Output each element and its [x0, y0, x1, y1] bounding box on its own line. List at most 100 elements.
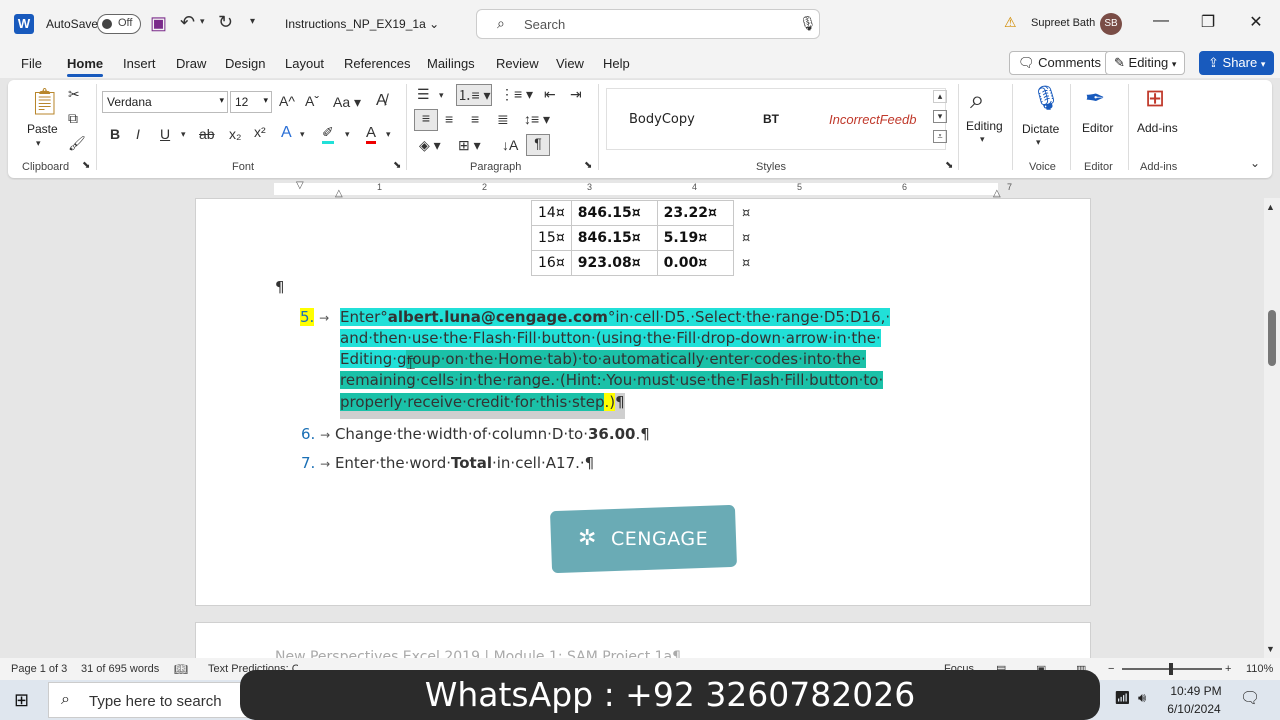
search-box[interactable]: ⌕ Search 🎙︎: [476, 9, 820, 39]
table-cell[interactable]: 15¤: [531, 225, 572, 251]
sort-icon[interactable]: ↓A: [502, 137, 518, 153]
bullets-dropdown-icon[interactable]: ▾: [439, 90, 444, 101]
share-button[interactable]: ⇪ Share ▾: [1199, 51, 1275, 75]
shrink-font-icon[interactable]: Aˇ: [305, 93, 319, 109]
scrollbar-thumb[interactable]: [1268, 310, 1276, 366]
decrease-indent-icon[interactable]: ⇤: [544, 86, 556, 103]
table-cell[interactable]: 14¤: [531, 200, 572, 226]
collapse-ribbon-icon[interactable]: ⌄: [1250, 156, 1260, 170]
list-item-5-line-2[interactable]: and·then·use·the·Flash·Fill·button·(usin…: [340, 329, 881, 347]
windows-start-icon[interactable]: ⊞: [14, 690, 29, 711]
add-ins-icon[interactable]: ⊞: [1145, 84, 1165, 113]
find-icon[interactable]: ⌕: [970, 84, 985, 116]
underline-dropdown-icon[interactable]: ▾: [181, 129, 186, 140]
styles-scroll-up-icon[interactable]: ▴: [933, 90, 947, 103]
microphone-icon[interactable]: 🎙︎: [1031, 84, 1061, 113]
superscript-button[interactable]: x²: [254, 124, 266, 140]
line-spacing-icon[interactable]: ↕≡ ▾: [524, 111, 550, 128]
clock-time[interactable]: 10:49 PM: [1166, 684, 1226, 698]
chevron-down-icon[interactable]: ▾: [980, 134, 985, 145]
avatar[interactable]: SB: [1100, 13, 1122, 35]
tab-review[interactable]: Review: [496, 56, 539, 71]
zoom-in-icon[interactable]: +: [1225, 663, 1231, 675]
paste-button-label[interactable]: Paste: [27, 122, 58, 136]
underline-button[interactable]: U: [160, 126, 170, 142]
editing-mode-button[interactable]: ✎ Editing ▾: [1105, 51, 1186, 75]
word-count[interactable]: 31 of 695 words: [81, 663, 159, 675]
tab-references[interactable]: References: [344, 56, 410, 71]
subscript-button[interactable]: x₂: [229, 126, 241, 142]
styles-more-icon[interactable]: ⩡: [933, 130, 947, 143]
editing-group-button[interactable]: Editing: [966, 119, 1003, 133]
borders-icon[interactable]: ⊞ ▾: [458, 137, 481, 154]
list-item-5-line-3[interactable]: Editing·group·on·the·Home·tab)·to·automa…: [340, 350, 866, 368]
add-ins-button[interactable]: Add-ins: [1137, 121, 1178, 135]
editor-button[interactable]: Editor: [1082, 121, 1113, 135]
warning-icon[interactable]: ⚠: [1004, 14, 1017, 31]
strikethrough-button[interactable]: ab: [199, 126, 215, 142]
dialog-launcher-icon[interactable]: ⬊: [584, 160, 592, 171]
style-bt[interactable]: BT: [763, 112, 779, 126]
shading-icon[interactable]: ◈ ▾: [419, 137, 441, 154]
style-incorrect-feedback[interactable]: IncorrectFeedb: [829, 112, 927, 127]
format-painter-icon[interactable]: 🖌︎: [68, 135, 86, 152]
list-item-6[interactable]: 6. → Change·the·width·of·column·D·to·36.…: [301, 425, 650, 443]
volume-icon[interactable]: 🔊︎: [1138, 690, 1146, 706]
table-cell[interactable]: 846.15¤: [570, 200, 658, 226]
align-right-icon[interactable]: ≡: [471, 111, 479, 127]
numbering-icon[interactable]: ⒈≡ ▾: [456, 84, 492, 106]
table-cell[interactable]: 923.08¤: [570, 250, 658, 276]
close-icon[interactable]: ✕: [1246, 12, 1266, 32]
editor-icon[interactable]: ✒: [1085, 84, 1105, 113]
document-title[interactable]: Instructions_NP_EX19_1a ⌄: [285, 17, 439, 31]
dialog-launcher-icon[interactable]: ⬊: [945, 160, 953, 171]
zoom-slider-thumb[interactable]: [1169, 663, 1173, 675]
comments-button[interactable]: 🗨︎ Comments: [1009, 51, 1110, 75]
tab-view[interactable]: View: [556, 56, 584, 71]
save-icon[interactable]: ▣: [150, 13, 167, 34]
tab-draw[interactable]: Draw: [176, 56, 206, 71]
dictate-button[interactable]: Dictate: [1022, 122, 1059, 136]
highlight-dropdown-icon[interactable]: ▾: [345, 129, 350, 140]
highlight-color-icon[interactable]: ✐: [322, 124, 334, 144]
styles-scroll-down-icon[interactable]: ▾: [933, 110, 947, 123]
restore-icon[interactable]: ❐: [1198, 12, 1218, 32]
table-cell[interactable]: 846.15¤: [570, 225, 658, 251]
table-cell[interactable]: 0.00¤: [656, 250, 734, 276]
tab-mailings[interactable]: Mailings: [427, 56, 475, 71]
copy-icon[interactable]: ⧉: [68, 110, 78, 127]
undo-dropdown-icon[interactable]: ▾: [200, 16, 205, 27]
table-cell[interactable]: 16¤: [531, 250, 572, 276]
tab-layout[interactable]: Layout: [285, 56, 324, 71]
dialog-launcher-icon[interactable]: ⬊: [82, 160, 90, 171]
tab-insert[interactable]: Insert: [123, 56, 156, 71]
list-item-7[interactable]: 7. → Enter·the·word·Total·in·cell·A17.·¶: [301, 454, 594, 472]
microphone-icon[interactable]: 🎙︎: [799, 15, 817, 32]
text-effects-icon[interactable]: A: [281, 124, 292, 142]
font-size-dropdown[interactable]: 12 ▾: [230, 91, 272, 113]
list-item-5-line-4[interactable]: remaining·cells·in·the·range.·(Hint:·You…: [340, 371, 884, 389]
grow-font-icon[interactable]: A^: [279, 93, 295, 109]
customize-qat-icon[interactable]: ▾: [250, 16, 255, 27]
show-marks-button[interactable]: ¶: [526, 134, 550, 156]
undo-icon[interactable]: ↶: [180, 12, 195, 33]
text-effects-dropdown-icon[interactable]: ▾: [300, 129, 305, 140]
zoom-out-icon[interactable]: −: [1108, 663, 1114, 675]
cut-icon[interactable]: ✂: [68, 86, 80, 103]
notifications-icon[interactable]: 🗨︎: [1240, 688, 1260, 708]
style-bodycopy[interactable]: BodyCopy: [629, 112, 695, 127]
zoom-level[interactable]: 110%: [1246, 663, 1273, 675]
taskbar-search-box[interactable]: ⌕ Type here to search: [48, 682, 248, 718]
table-cell[interactable]: 5.19¤: [656, 225, 734, 251]
multilevel-list-icon[interactable]: ⋮≡ ▾: [500, 86, 533, 103]
clock-date[interactable]: 6/10/2024: [1162, 702, 1226, 716]
font-color-dropdown-icon[interactable]: ▾: [386, 129, 391, 140]
page-count[interactable]: Page 1 of 3: [11, 663, 67, 675]
proofing-icon[interactable]: 📖︎: [174, 663, 188, 676]
tab-file[interactable]: File: [21, 56, 42, 71]
font-color-icon[interactable]: A: [366, 124, 377, 144]
paste-icon[interactable]: 📋︎: [28, 86, 61, 117]
dialog-launcher-icon[interactable]: ⬊: [393, 160, 401, 171]
chevron-down-icon[interactable]: ▾: [1036, 137, 1041, 148]
autosave-toggle[interactable]: Off: [97, 14, 141, 34]
